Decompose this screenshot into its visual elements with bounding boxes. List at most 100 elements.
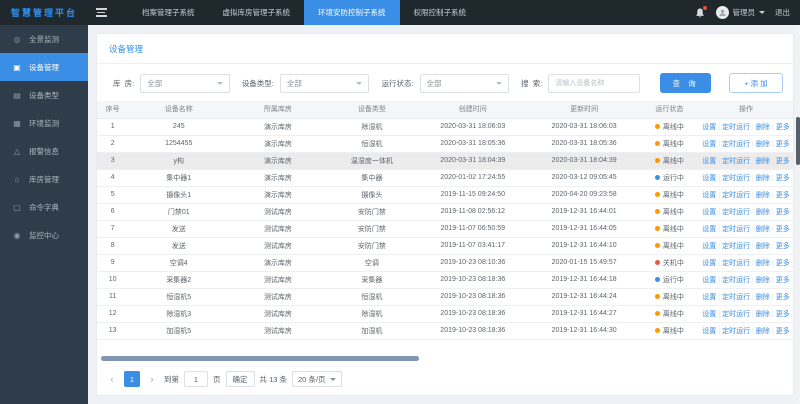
page-size-select[interactable]: 20 条/页 bbox=[292, 371, 342, 387]
table-row[interactable]: 2 1254455 演示库房 恒湿机 2020-03-31 18:05:36 2020-0… bbox=[97, 135, 793, 153]
prev-page-button[interactable]: ‹ bbox=[105, 371, 119, 387]
action-link-1[interactable]: 定时运行 bbox=[722, 328, 750, 335]
action-link-0[interactable]: 设置 bbox=[702, 277, 716, 284]
action-link-2[interactable]: 删除 bbox=[756, 294, 770, 301]
table-row[interactable]: 8 发送 测试库房 安防门禁 2019-11-07 03:41:17 2019-12-31… bbox=[97, 237, 793, 255]
action-link-3[interactable]: 更多 bbox=[776, 226, 790, 233]
action-link-3[interactable]: 更多 bbox=[776, 294, 790, 301]
action-link-1[interactable]: 定时运行 bbox=[722, 294, 750, 301]
action-link-0[interactable]: 设置 bbox=[702, 209, 716, 216]
horizontal-scrollbar[interactable] bbox=[99, 356, 795, 361]
action-link-2[interactable]: 删除 bbox=[756, 311, 770, 318]
action-link-0[interactable]: 设置 bbox=[702, 260, 716, 267]
table-row[interactable]: 12 除湿机3 测试库房 除湿机 2019-10-23 08:18:36 2019-12-… bbox=[97, 305, 793, 323]
action-link-0[interactable]: 设置 bbox=[702, 192, 716, 199]
status-dot-icon bbox=[654, 158, 660, 163]
page-number-button[interactable]: 1 bbox=[124, 371, 140, 387]
action-link-3[interactable]: 更多 bbox=[776, 141, 790, 148]
logout-button[interactable]: 退出 bbox=[775, 7, 790, 18]
nav-tab-1[interactable]: 虚拟库房管理子系统 bbox=[209, 0, 305, 25]
action-link-1[interactable]: 定时运行 bbox=[722, 124, 750, 131]
action-separator: | bbox=[771, 310, 774, 318]
nav-tab-0[interactable]: 档案管理子系统 bbox=[128, 0, 209, 25]
sidebar-item-monitor-center[interactable]: ◉ 监控中心 bbox=[0, 221, 88, 249]
action-link-1[interactable]: 定时运行 bbox=[722, 158, 750, 165]
action-link-0[interactable]: 设置 bbox=[702, 141, 716, 148]
action-link-1[interactable]: 定时运行 bbox=[722, 209, 750, 216]
action-link-3[interactable]: 更多 bbox=[776, 277, 790, 284]
action-link-2[interactable]: 删除 bbox=[756, 260, 770, 267]
action-link-2[interactable]: 删除 bbox=[756, 141, 770, 148]
sidebar-item-warehouse[interactable]: ⌂ 库房管理 bbox=[0, 165, 88, 193]
action-link-1[interactable]: 定时运行 bbox=[722, 175, 750, 182]
action-link-0[interactable]: 设置 bbox=[702, 328, 716, 335]
nav-tab-2[interactable]: 环境安防控制子系统 bbox=[304, 0, 400, 25]
goto-page-input[interactable] bbox=[184, 371, 208, 387]
chevron-down-icon bbox=[216, 81, 223, 85]
action-link-1[interactable]: 定时运行 bbox=[722, 311, 750, 318]
action-link-3[interactable]: 更多 bbox=[776, 311, 790, 318]
horizontal-scrollbar-thumb[interactable] bbox=[101, 356, 419, 361]
action-link-0[interactable]: 设置 bbox=[702, 226, 716, 233]
sidebar-item-alarms[interactable]: △ 报警信息 bbox=[0, 137, 88, 165]
action-link-1[interactable]: 定时运行 bbox=[722, 141, 750, 148]
table-row[interactable]: 1 245 演示库房 除湿机 2020-03-31 18:06:03 2020-03-31… bbox=[97, 118, 793, 136]
action-link-2[interactable]: 删除 bbox=[756, 328, 770, 335]
action-link-2[interactable]: 删除 bbox=[756, 226, 770, 233]
table-row[interactable]: 5 摄像头1 演示库房 摄像头 2019-11-15 09:24:50 2020-04-2… bbox=[97, 186, 793, 204]
action-link-3[interactable]: 更多 bbox=[776, 175, 790, 182]
action-link-3[interactable]: 更多 bbox=[776, 260, 790, 267]
action-link-1[interactable]: 定时运行 bbox=[722, 226, 750, 233]
action-link-3[interactable]: 更多 bbox=[776, 209, 790, 216]
nav-tab-3[interactable]: 权限控制子系统 bbox=[400, 0, 481, 25]
action-link-3[interactable]: 更多 bbox=[776, 328, 790, 335]
hamburger-menu-icon[interactable] bbox=[88, 0, 114, 25]
action-link-2[interactable]: 删除 bbox=[756, 175, 770, 182]
action-link-2[interactable]: 删除 bbox=[756, 192, 770, 199]
table-row[interactable]: 10 采集器2 测试库房 采集器 2019-10-23 08:18:36 2019-12-… bbox=[97, 271, 793, 289]
table-row[interactable]: 3 y构 演示库房 温湿度一体机 2020-03-31 18:04:39 2020-03-… bbox=[97, 152, 793, 170]
table-row[interactable]: 9 空调4 演示库房 空调 2019-10-23 08:10:36 2020-01-15 … bbox=[97, 254, 793, 272]
action-link-3[interactable]: 更多 bbox=[776, 192, 790, 199]
warehouse-select[interactable]: 全部 bbox=[140, 73, 230, 93]
add-device-button[interactable]: + 添 加 bbox=[728, 73, 784, 93]
action-link-1[interactable]: 定时运行 bbox=[722, 260, 750, 267]
action-link-2[interactable]: 删除 bbox=[756, 243, 770, 250]
table-row[interactable]: 7 发送 测试库房 安防门禁 2019-11-07 06:50:59 2019-12-31… bbox=[97, 220, 793, 238]
query-button[interactable]: 查 询 bbox=[660, 73, 711, 93]
action-link-3[interactable]: 更多 bbox=[776, 158, 790, 165]
goto-confirm-button[interactable]: 确定 bbox=[225, 371, 255, 387]
sidebar-item-panorama[interactable]: ◎ 全景监测 bbox=[0, 25, 88, 53]
sidebar-item-environment[interactable]: ▦ 环境监测 bbox=[0, 109, 88, 137]
notification-bell-icon[interactable] bbox=[694, 5, 707, 19]
action-link-0[interactable]: 设置 bbox=[702, 311, 716, 318]
search-input[interactable] bbox=[548, 73, 641, 93]
action-link-0[interactable]: 设置 bbox=[702, 158, 716, 165]
action-link-2[interactable]: 删除 bbox=[756, 124, 770, 131]
sidebar-item-devices[interactable]: ▣ 设备管理 bbox=[0, 53, 88, 81]
action-link-0[interactable]: 设置 bbox=[702, 124, 716, 131]
table-row[interactable]: 11 恒湿机5 测试库房 恒湿机 2019-10-23 08:18:36 2019-12-… bbox=[97, 288, 793, 306]
action-link-0[interactable]: 设置 bbox=[702, 294, 716, 301]
action-link-3[interactable]: 更多 bbox=[776, 243, 790, 250]
action-link-1[interactable]: 定时运行 bbox=[722, 192, 750, 199]
action-link-3[interactable]: 更多 bbox=[776, 124, 790, 131]
run-status-select[interactable]: 全部 bbox=[419, 73, 510, 93]
table-row[interactable]: 13 加湿机5 测试库房 加湿机 2019-10-23 08:18:36 2019-12-… bbox=[97, 322, 793, 340]
action-link-2[interactable]: 删除 bbox=[756, 209, 770, 216]
next-page-button[interactable]: › bbox=[145, 371, 159, 387]
vertical-scrollbar-thumb[interactable] bbox=[795, 117, 800, 165]
sidebar-item-device-types[interactable]: ▤ 设备类型 bbox=[0, 81, 88, 109]
user-menu[interactable]: 管理员 bbox=[715, 6, 765, 19]
table-row[interactable]: 4 集中器1 演示库房 集中器 2020-01-02 17:24:55 2020-03-1… bbox=[97, 169, 793, 187]
action-link-1[interactable]: 定时运行 bbox=[722, 243, 750, 250]
action-link-2[interactable]: 删除 bbox=[756, 158, 770, 165]
device-type-select[interactable]: 全部 bbox=[279, 73, 370, 93]
table-row[interactable]: 6 门禁01 测试库房 安防门禁 2019-11-08 02:56:12 2019-12-… bbox=[97, 203, 793, 221]
action-link-2[interactable]: 删除 bbox=[756, 277, 770, 284]
action-link-1[interactable]: 定时运行 bbox=[722, 277, 750, 284]
action-link-0[interactable]: 设置 bbox=[702, 175, 716, 182]
action-link-0[interactable]: 设置 bbox=[702, 243, 716, 250]
vertical-scrollbar[interactable] bbox=[795, 25, 800, 404]
sidebar-item-command-dict[interactable]: ▢ 命令字典 bbox=[0, 193, 88, 221]
